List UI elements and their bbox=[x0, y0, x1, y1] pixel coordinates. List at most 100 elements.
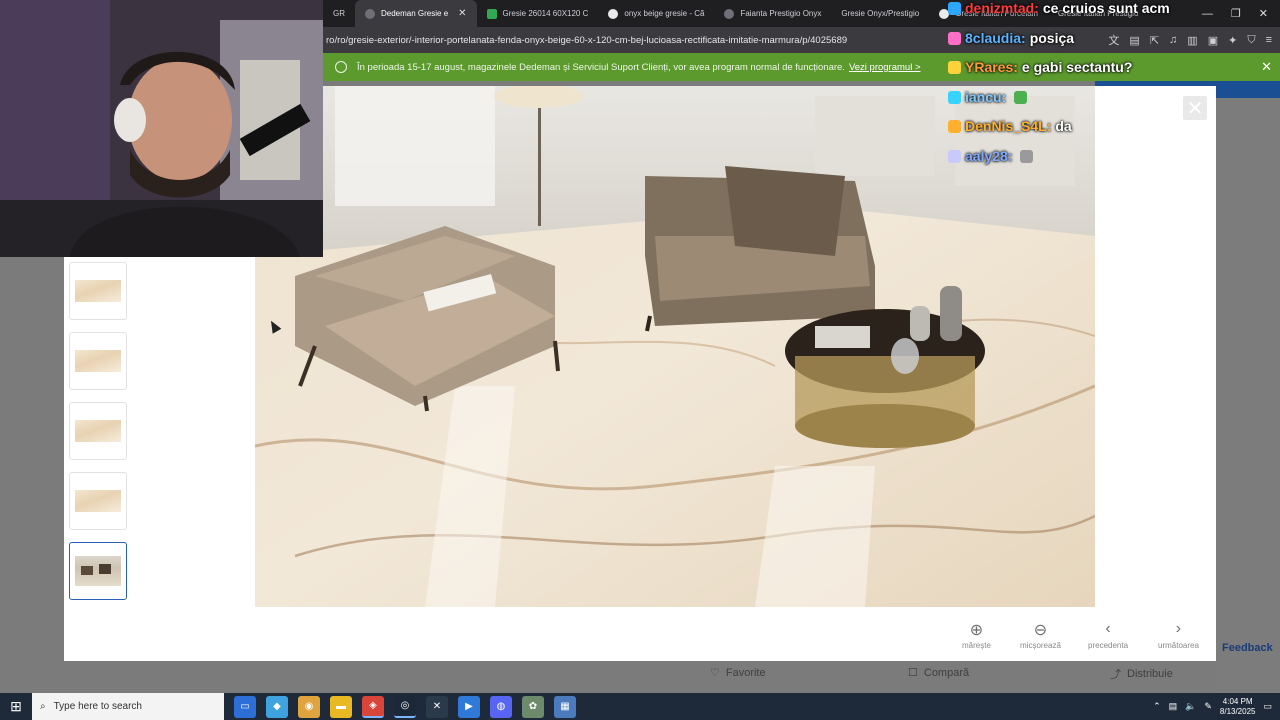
share-page-button[interactable]: ⤴ Distribuie bbox=[1110, 666, 1173, 682]
next-button[interactable]: › următoarea bbox=[1158, 620, 1199, 650]
tab-label: Gresie Onyx/Prestigio bbox=[841, 9, 920, 18]
tile-thumbnail-image bbox=[75, 280, 121, 302]
close-window-icon[interactable]: ✕ bbox=[1259, 7, 1268, 20]
sidebar-icon[interactable]: ▥ bbox=[1187, 34, 1197, 47]
windows-start-icon[interactable]: ⊞ bbox=[0, 693, 32, 720]
translate-icon[interactable]: 文 bbox=[1108, 32, 1119, 48]
notice-banner: În perioada 15-17 august, magazinele Ded… bbox=[323, 53, 1280, 81]
browser-toolbar-icons: 文 ▤ ⇱ ♫ ▥ ▣ ✦ ⛉ ≡ bbox=[1108, 27, 1272, 53]
tab-4[interactable]: Faianta Prestigio Onyx bbox=[714, 0, 831, 27]
chevron-right-icon: › bbox=[1175, 620, 1182, 637]
compare-button[interactable]: ☐ Compară bbox=[908, 666, 970, 680]
emote-icon bbox=[1020, 149, 1034, 163]
room-scene-image bbox=[255, 86, 1095, 607]
terminal-icon[interactable]: ✕ bbox=[426, 695, 448, 718]
chat-username: denizmtad: bbox=[965, 0, 1039, 16]
subscriber-badge-icon bbox=[948, 31, 961, 45]
tab-0[interactable]: GR bbox=[323, 0, 355, 27]
chat-username: DenNis_S4L: bbox=[965, 118, 1052, 134]
task-view-icon[interactable]: ▭ bbox=[234, 695, 256, 718]
extension-icon[interactable]: ✦ bbox=[1228, 34, 1237, 47]
close-modal-button[interactable]: ✕ bbox=[1183, 96, 1207, 120]
feedback-button[interactable]: Feedback bbox=[1222, 642, 1273, 654]
notice-link[interactable]: Vezi programul > bbox=[849, 62, 921, 73]
app-icon[interactable]: ✿ bbox=[522, 695, 544, 718]
chat-text: ce cruios sunt acm bbox=[1042, 0, 1170, 16]
chat-username: aaly28: bbox=[965, 148, 1013, 164]
network-icon[interactable]: ▤ bbox=[1169, 701, 1178, 712]
favorite-label: Favorite bbox=[725, 666, 766, 679]
close-tab-icon[interactable]: ✕ bbox=[458, 8, 466, 19]
tab-3[interactable]: onyx beige gresie - Cã bbox=[598, 0, 714, 27]
heart-icon: ♡ bbox=[710, 667, 720, 679]
steam-icon[interactable]: ◎ bbox=[394, 695, 416, 718]
taskbar-clock[interactable]: 4:04 PM 8/13/2025 bbox=[1220, 697, 1256, 717]
clock-date: 8/13/2025 bbox=[1219, 706, 1256, 716]
page-side bbox=[1216, 98, 1280, 693]
compare-label: Compară bbox=[923, 666, 970, 679]
subscriber-badge-icon bbox=[948, 90, 961, 104]
chat-username: 8claudia: bbox=[965, 30, 1026, 46]
restore-icon[interactable]: ❐ bbox=[1231, 7, 1241, 20]
clock-icon bbox=[335, 61, 347, 73]
window-controls: — ❐ ✕ bbox=[1202, 0, 1280, 27]
browser-app-icon[interactable]: ◈ bbox=[362, 695, 384, 718]
discord-icon[interactable]: ◍ bbox=[490, 695, 512, 718]
chrome-icon[interactable]: ◉ bbox=[298, 695, 320, 718]
zoom-in-button[interactable]: ⊕ mărește bbox=[962, 620, 991, 650]
chevron-left-icon: ‹ bbox=[1105, 620, 1111, 637]
tile-thumbnail-image bbox=[75, 350, 121, 372]
dedeman-favicon-icon bbox=[365, 8, 375, 19]
music-icon[interactable]: ♫ bbox=[1169, 34, 1177, 46]
tab-label: Dedeman Gresie e bbox=[381, 9, 449, 18]
search-icon: ⌕ bbox=[40, 701, 46, 712]
app-icon[interactable]: ▶ bbox=[458, 695, 480, 718]
tab-label: onyx beige gresie - Cã bbox=[624, 9, 705, 18]
taskbar-search[interactable]: ⌕ Type here to search bbox=[32, 693, 224, 720]
thumbnail-1[interactable] bbox=[69, 262, 127, 320]
wallet-icon[interactable]: ▣ bbox=[1208, 34, 1218, 47]
reader-icon[interactable]: ▤ bbox=[1129, 34, 1139, 47]
tab-dedeman[interactable]: Dedeman Gresie e ✕ bbox=[355, 0, 477, 27]
streamer-webcam bbox=[0, 0, 323, 257]
product-main-image[interactable] bbox=[255, 86, 1095, 607]
pen-icon[interactable]: ✎ bbox=[1204, 701, 1212, 712]
chat-message: DenNis_S4L: da bbox=[948, 118, 1072, 134]
chat-username: iancu: bbox=[965, 89, 1007, 105]
thumbnail-5-selected[interactable] bbox=[69, 542, 127, 600]
windows-taskbar: ⊞ ⌕ Type here to search ▭ ◆ ◉ ▬ ◈ ◎ ✕ ▶ … bbox=[0, 693, 1280, 720]
chat-message: denizmtad: ce cruios sunt acm bbox=[948, 0, 1170, 16]
thumbnail-2[interactable] bbox=[69, 332, 127, 390]
close-notice-icon[interactable]: ✕ bbox=[1261, 59, 1272, 75]
calculator-icon[interactable]: ▦ bbox=[554, 695, 576, 718]
subscriber-badge-icon bbox=[948, 149, 961, 163]
share-icon: ⤴ bbox=[1110, 669, 1121, 681]
search-placeholder: Type here to search bbox=[53, 701, 142, 712]
thumbnail-3[interactable] bbox=[69, 402, 127, 460]
favorite-button[interactable]: ♡ Favorite bbox=[710, 666, 766, 680]
tab-2[interactable]: Gresie 26014 60X120 C bbox=[477, 0, 599, 27]
site-favicon-icon bbox=[724, 8, 735, 19]
notifications-icon[interactable]: ▭ bbox=[1263, 701, 1272, 712]
previous-button[interactable]: ‹ precedenta bbox=[1088, 620, 1128, 650]
thumbnail-4[interactable] bbox=[69, 472, 127, 530]
share-icon[interactable]: ⇱ bbox=[1150, 34, 1159, 47]
zoom-in-icon: ⊕ bbox=[969, 622, 984, 639]
volume-icon[interactable]: 🔈 bbox=[1185, 701, 1196, 712]
thumbnail-list bbox=[69, 262, 129, 612]
next-label: următoarea bbox=[1158, 641, 1199, 650]
minimize-icon[interactable]: — bbox=[1202, 8, 1213, 20]
chevron-up-icon[interactable]: ⌃ bbox=[1153, 701, 1161, 712]
copilot-icon[interactable]: ◆ bbox=[266, 695, 288, 718]
chat-message: iancu: bbox=[948, 89, 1028, 105]
chat-text: posiça bbox=[1029, 30, 1075, 46]
room-thumbnail-image bbox=[75, 556, 121, 586]
google-favicon-icon bbox=[608, 8, 619, 19]
zoom-out-button[interactable]: ⊖ micșorează bbox=[1020, 620, 1061, 650]
tab-5[interactable]: Gresie Onyx/Prestigio bbox=[831, 0, 929, 27]
chat-message: YRares: e gabi sectantu? bbox=[948, 59, 1132, 75]
menu-icon[interactable]: ≡ bbox=[1266, 34, 1272, 46]
file-explorer-icon[interactable]: ▬ bbox=[330, 695, 352, 718]
tab-label: Faianta Prestigio Onyx bbox=[740, 9, 822, 18]
shield-icon[interactable]: ⛉ bbox=[1247, 34, 1255, 47]
